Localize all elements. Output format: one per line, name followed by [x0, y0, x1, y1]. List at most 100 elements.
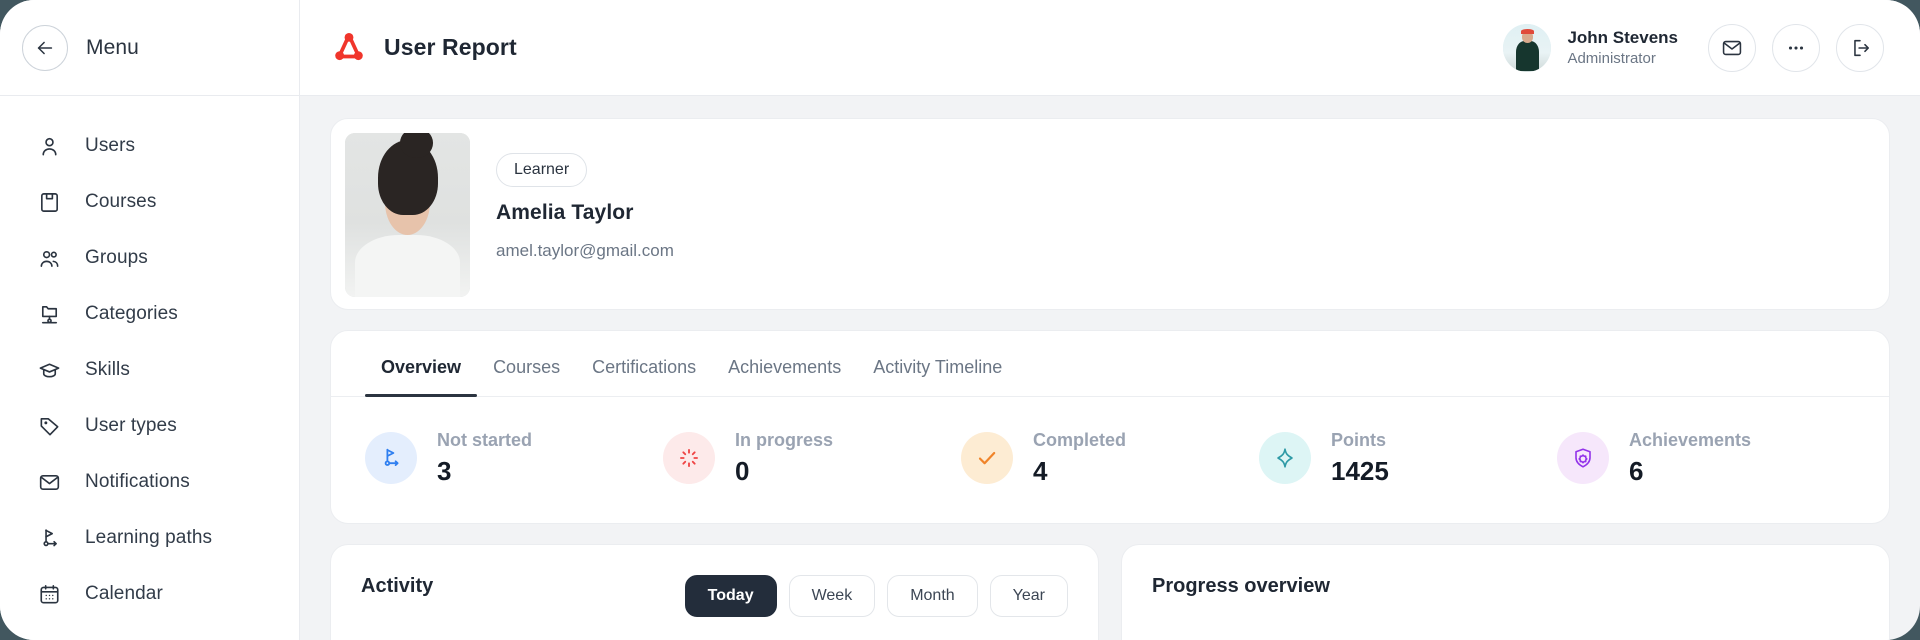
sidebar-item-label: Categories [85, 303, 178, 324]
profile-info: Learner Amelia Taylor amel.taylor@gmail.… [470, 133, 674, 295]
check-icon [978, 451, 996, 465]
stat-not-started: Not started 3 [365, 429, 663, 487]
stat-text: Achievements 6 [1629, 429, 1751, 487]
triskelion-logo-icon [335, 32, 363, 60]
avatar [1503, 23, 1552, 72]
arrow-left-icon [37, 41, 53, 54]
brand: User Report [332, 31, 517, 65]
sidebar-nav: Users Courses Groups Categories Skills U… [0, 96, 299, 622]
activity-card: Activity Today Week Month Year [330, 544, 1099, 640]
sidebar-item-learning-paths[interactable]: Learning paths [0, 510, 299, 566]
messages-button[interactable] [1708, 23, 1756, 72]
stat-value: 4 [1033, 455, 1048, 486]
range-month[interactable]: Month [887, 575, 978, 617]
content-area: Learner Amelia Taylor amel.taylor@gmail.… [300, 96, 1920, 640]
activity-range-selector: Today Week Month Year [684, 575, 1068, 617]
stat-achievements: Achievements 6 [1557, 429, 1855, 487]
sidebar-item-label: Users [85, 135, 136, 156]
stat-icon-wrap [1557, 432, 1609, 484]
graduation-cap-icon [39, 362, 60, 378]
tag-icon [40, 417, 59, 435]
users-group-icon [40, 250, 59, 267]
current-user-name: John Stevens [1567, 28, 1678, 48]
sidebar-item-groups[interactable]: Groups [0, 230, 299, 286]
progress-overview-card: Progress overview [1121, 544, 1890, 640]
activity-title: Activity [361, 575, 434, 597]
page-title: User Report [384, 34, 517, 60]
sidebar-item-user-types[interactable]: User types [0, 398, 299, 454]
stat-value: 3 [437, 455, 452, 486]
stat-text: In progress 0 [735, 429, 833, 487]
sparkle-icon [1277, 448, 1293, 468]
sidebar-item-label: Calendar [85, 583, 163, 604]
learner-photo [345, 133, 470, 297]
sidebar-item-categories[interactable]: Categories [0, 286, 299, 342]
stat-icon-wrap [1259, 432, 1311, 484]
stat-label: In progress [735, 430, 834, 450]
spinner-icon [680, 449, 698, 467]
stat-label: Points [1331, 430, 1387, 450]
sidebar-item-label: Learning paths [85, 527, 213, 548]
logout-button[interactable] [1836, 23, 1884, 72]
stat-text: Points 1425 [1331, 429, 1389, 487]
sidebar-item-courses[interactable]: Courses [0, 174, 299, 230]
range-week[interactable]: Week [788, 575, 876, 617]
sidebar-item-label: User types [85, 415, 177, 436]
status-badge: Learner [496, 153, 588, 187]
range-today[interactable]: Today [684, 575, 777, 617]
top-bar-right: John Stevens Administrator [1503, 23, 1884, 72]
tab-courses[interactable]: Courses [477, 331, 576, 396]
stat-points: Points 1425 [1259, 429, 1557, 487]
stat-value: 6 [1629, 455, 1644, 486]
logout-icon [1854, 39, 1870, 56]
ellipsis-icon [1788, 45, 1804, 50]
more-options-button[interactable] [1772, 23, 1820, 72]
sidebar-item-calendar[interactable]: Calendar [0, 566, 299, 622]
user-icon [42, 137, 57, 155]
header-action-buttons [1708, 23, 1884, 72]
app-root: Menu Users Courses Groups Categories Ski… [0, 0, 1920, 640]
stat-text: Not started 3 [437, 429, 532, 487]
profile-card: Learner Amelia Taylor amel.taylor@gmail.… [330, 118, 1890, 310]
current-user-meta: John Stevens Administrator [1567, 27, 1678, 68]
back-button[interactable] [22, 24, 68, 71]
tab-activity-timeline[interactable]: Activity Timeline [857, 331, 1018, 396]
sidebar-item-label: Notifications [85, 471, 190, 492]
tab-bar: Overview Courses Certifications Achievem… [331, 331, 1889, 397]
main-area: User Report John Stevens Administrator L… [300, 0, 1920, 640]
folder-tree-icon [41, 305, 58, 323]
envelope-icon [39, 474, 60, 490]
stat-icon-wrap [961, 432, 1013, 484]
top-bar: User Report John Stevens Administrator [300, 0, 1920, 96]
current-user-chip[interactable]: John Stevens Administrator [1503, 23, 1678, 72]
sidebar-item-label: Courses [85, 191, 157, 212]
bottom-row: Activity Today Week Month Year Progress … [330, 544, 1890, 640]
sidebar-item-notifications[interactable]: Notifications [0, 454, 299, 510]
badge-icon [1575, 448, 1591, 468]
sidebar-item-users[interactable]: Users [0, 118, 299, 174]
profile-email: amel.taylor@gmail.com [496, 241, 674, 260]
tab-overview[interactable]: Overview [365, 331, 478, 397]
stat-icon-wrap [365, 432, 417, 484]
tab-achievements[interactable]: Achievements [712, 331, 857, 396]
profile-name: Amelia Taylor [496, 201, 634, 224]
calendar-icon [40, 584, 59, 604]
sidebar-item-label: Skills [85, 359, 130, 380]
stat-value: 1425 [1331, 455, 1389, 486]
stat-label: Completed [1033, 430, 1127, 450]
range-year[interactable]: Year [989, 575, 1068, 617]
sidebar-header: Menu [0, 0, 299, 96]
sidebar-item-skills[interactable]: Skills [0, 342, 299, 398]
tab-certifications[interactable]: Certifications [576, 331, 712, 396]
stat-label: Achievements [1629, 430, 1752, 450]
stat-icon-wrap [663, 432, 715, 484]
stat-text: Completed 4 [1033, 429, 1126, 487]
flag-path-icon [43, 528, 57, 546]
stat-in-progress: In progress 0 [663, 429, 961, 487]
stats-row: Not started 3 In progress 0 Completed 4 … [331, 397, 1889, 523]
sidebar-item-label: Groups [85, 247, 148, 268]
stat-completed: Completed 4 [961, 429, 1259, 487]
progress-overview-title: Progress overview [1152, 575, 1330, 597]
stat-label: Not started [437, 430, 533, 450]
book-icon [41, 192, 58, 212]
